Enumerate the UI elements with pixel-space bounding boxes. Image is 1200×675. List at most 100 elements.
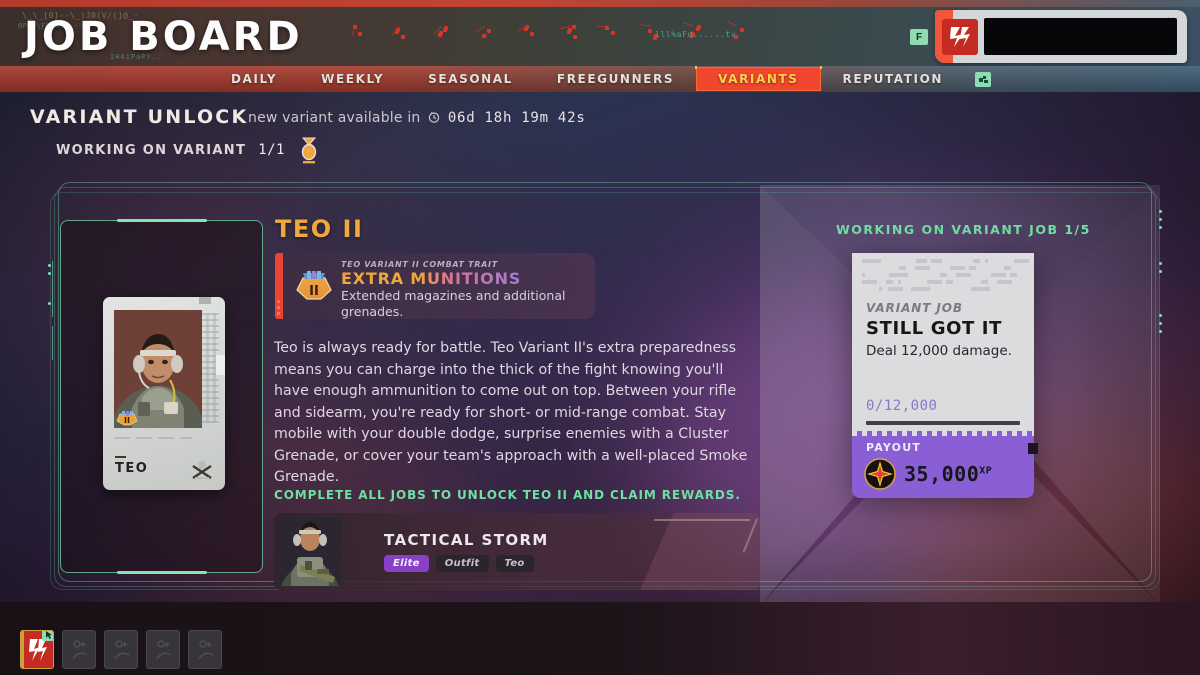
rank-two-badge-icon: II xyxy=(116,410,138,426)
f-key-badge[interactable]: F xyxy=(910,29,928,45)
job-card-body: VARIANT JOB STILL GOT IT Deal 12,000 dam… xyxy=(852,253,1034,436)
reward-edge-decor xyxy=(654,519,750,521)
key-icon[interactable] xyxy=(975,71,992,87)
card-notch xyxy=(199,297,211,304)
combat-trait-badge-icon: II xyxy=(295,268,333,304)
header-accent-stripe xyxy=(0,0,1200,7)
header-decor-glyph xyxy=(433,24,452,42)
card-divider xyxy=(114,437,192,439)
countdown-minutes: 19m xyxy=(521,110,549,126)
job-card-title: STILL GOT IT xyxy=(866,318,1002,339)
header-glitch-text-bottom: IH41PaPY.. xyxy=(110,53,163,61)
frame-tick xyxy=(52,326,53,360)
reward-thumbnail xyxy=(279,517,341,586)
countdown-hours: 18h xyxy=(484,110,513,126)
card-slot-1[interactable] xyxy=(20,630,54,669)
header-decor-glyph xyxy=(559,24,578,42)
job-card-description: Deal 12,000 damage. xyxy=(866,343,1012,359)
trait-accent-dots xyxy=(277,300,280,315)
character-portrait: II xyxy=(114,310,202,428)
working-on-job-heading: WORKING ON VARIANT JOB 1/5 xyxy=(836,222,1091,237)
frame-dots-right xyxy=(1159,210,1162,229)
job-card-kicker: VARIANT JOB xyxy=(866,301,963,315)
variant-unlock-strip: VARIANT UNLOCK new variant available in … xyxy=(0,92,1200,172)
payout-unit: XP xyxy=(979,465,993,477)
working-on-variant-count: 1/1 xyxy=(258,142,285,158)
tab-weekly[interactable]: WEEKLY xyxy=(299,67,406,91)
payout-label: PAYOUT xyxy=(866,441,922,454)
frame-dots-right xyxy=(1159,314,1162,333)
variant-unlock-title: VARIANT UNLOCK xyxy=(30,106,249,128)
combat-trait-description: Extended magazines and additional grenad… xyxy=(341,288,566,319)
svg-text:II: II xyxy=(309,284,319,299)
payout-amount: 35,000XP xyxy=(904,462,992,486)
card-slot-3[interactable] xyxy=(104,630,138,669)
xp-star-icon xyxy=(864,458,896,490)
frame-dots-left xyxy=(48,264,51,275)
working-on-variant-row: WORKING ON VARIANT 1/1 xyxy=(56,136,321,164)
reward-edge-decor xyxy=(742,518,758,553)
reward-tag: Outfit xyxy=(435,555,489,572)
payout-amount-number: 35,000 xyxy=(904,462,980,486)
character-card-name: TEO xyxy=(115,456,149,476)
lightning-bolt-emblem-icon xyxy=(942,19,978,55)
job-progress-label: 0/12,000 xyxy=(866,398,938,414)
page-title: JOB BOARD xyxy=(24,14,303,60)
frame-tick xyxy=(52,261,53,317)
empty-slot-icon xyxy=(112,639,132,663)
player-name-plate xyxy=(984,18,1177,55)
countdown-seconds: 42s xyxy=(557,110,586,126)
svg-text:II: II xyxy=(124,416,130,425)
tab-variants[interactable]: VARIANTS xyxy=(695,66,822,91)
variant-job-card[interactable]: VARIANT JOB STILL GOT IT Deal 12,000 dam… xyxy=(852,253,1038,498)
variant-unlock-subtitle-text: new variant available in xyxy=(248,110,421,126)
combat-trait-name: EXTRA MUNITIONS xyxy=(341,269,522,288)
card-texture xyxy=(199,313,219,423)
empty-slot-icon xyxy=(70,639,90,663)
card-slot-tray xyxy=(20,630,222,669)
nav-tabs-bar: DAILY WEEKLY SEASONAL FREEGUNNERS VARIANTS RE… xyxy=(0,66,1200,92)
tab-daily[interactable]: DAILY xyxy=(209,67,299,91)
variant-token-icon xyxy=(297,136,321,164)
reward-tag: Elite xyxy=(384,555,429,572)
empty-slot-icon xyxy=(196,639,216,663)
job-card-texture xyxy=(860,259,1029,295)
bottom-bar: P/social /view detailsESC/back xyxy=(0,602,1200,675)
empty-slot-icon xyxy=(154,639,174,663)
reward-title: TACTICAL STORM xyxy=(384,531,549,549)
frame-dots-right xyxy=(1159,262,1162,273)
job-board-screen: \_\_[0]--\_)J0(V/(]@_- 0P(>\F0#4n----- J… xyxy=(0,0,1200,675)
header-decor-glyph xyxy=(392,24,410,42)
working-on-variant-label: WORKING ON VARIANT xyxy=(56,142,247,158)
reward-item-row[interactable]: TACTICAL STORM Elite Outfit Teo xyxy=(274,513,760,590)
clock-icon xyxy=(428,111,440,123)
unlock-requirement-note: COMPLETE ALL JOBS TO UNLOCK TEO II AND C… xyxy=(274,488,741,502)
unlock-countdown: 06d 18h 19m 42s xyxy=(448,110,595,126)
job-payout-section: PAYOUT 35,000XP xyxy=(852,436,1038,498)
card-slot-4[interactable] xyxy=(146,630,180,669)
variant-unlock-subtitle: new variant available in 06d 18h 19m 42s xyxy=(248,110,595,126)
combat-trait-kicker: TEO VARIANT II COMBAT TRAIT xyxy=(341,260,498,269)
header-decor-code: lll%aFd......tv xyxy=(655,30,737,39)
tab-seasonal[interactable]: SEASONAL xyxy=(406,67,535,91)
header-decor-glyph xyxy=(596,24,620,42)
cursor-icon xyxy=(42,631,53,641)
card-slot-2[interactable] xyxy=(62,630,96,669)
frame-dots-left xyxy=(48,302,51,305)
crossed-blades-icon xyxy=(189,458,215,480)
nav-tabs: DAILY WEEKLY SEASONAL FREEGUNNERS VARIANTS RE… xyxy=(209,66,992,91)
header-decor-glyph xyxy=(351,24,368,42)
tab-reputation[interactable]: REPUTATION xyxy=(821,67,965,91)
reward-tag: Teo xyxy=(495,555,534,572)
player-card[interactable]: ...... --- xyxy=(935,10,1187,63)
card-slot-5[interactable] xyxy=(188,630,222,669)
header-decor-glyph xyxy=(475,24,494,42)
character-card[interactable]: II TEO xyxy=(103,297,225,490)
variant-description: Teo is always ready for battle. Teo Vari… xyxy=(274,340,748,485)
job-progress-bar xyxy=(866,421,1020,425)
countdown-days: 06d xyxy=(447,110,476,126)
top-header: \_\_[0]--\_)J0(V/(]@_- 0P(>\F0#4n----- J… xyxy=(0,0,1200,66)
header-decor-glyph xyxy=(517,24,536,42)
combat-trait-box: II TEO VARIANT II COMBAT TRAIT EXTRA MUN… xyxy=(275,253,595,319)
tab-freegunners[interactable]: FREEGUNNERS xyxy=(535,67,696,91)
